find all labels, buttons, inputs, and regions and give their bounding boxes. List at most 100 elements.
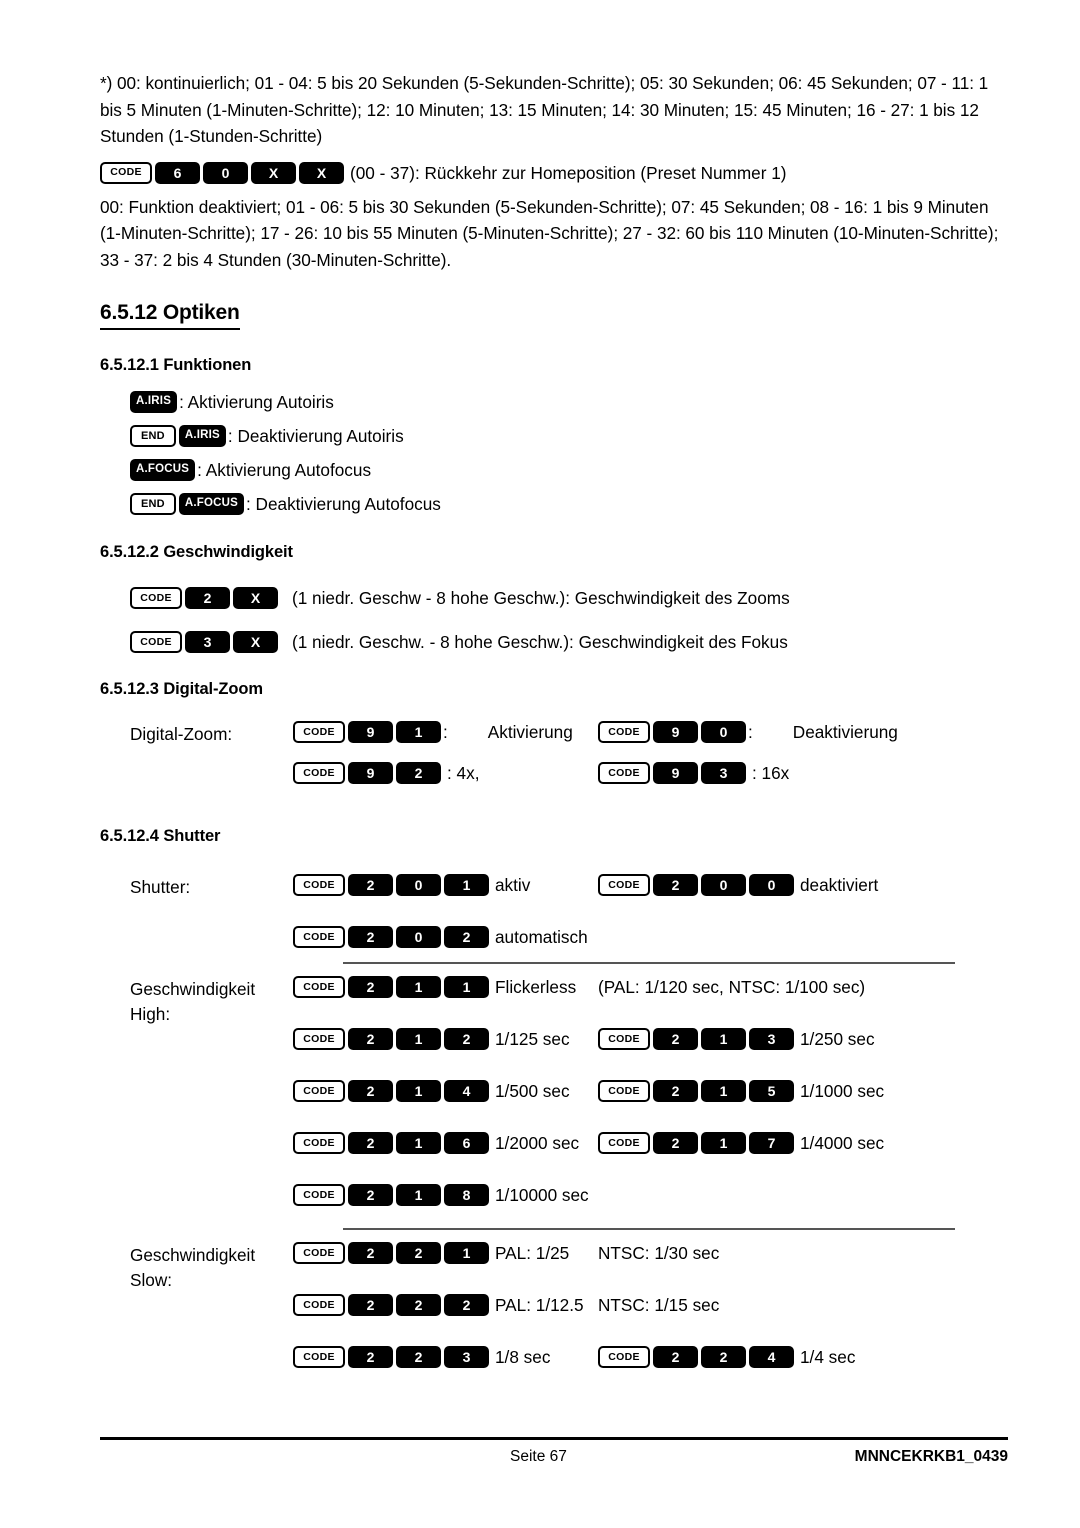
key-digit-2[interactable]: 2: [348, 1132, 393, 1154]
key-digit-0[interactable]: 0: [701, 874, 746, 896]
key-digit-9[interactable]: 9: [348, 721, 393, 743]
key-code-icon[interactable]: CODE: [293, 874, 345, 896]
key-digit-9[interactable]: 9: [348, 762, 393, 784]
key-code-icon[interactable]: CODE: [293, 1028, 345, 1050]
key-digit-1[interactable]: 1: [396, 1184, 441, 1206]
key-a-iris-icon[interactable]: A.IRIS: [130, 391, 178, 413]
key-digit-2[interactable]: 2: [653, 1346, 698, 1368]
key-digit-3[interactable]: 3: [749, 1028, 794, 1050]
key-code-icon[interactable]: CODE: [293, 1242, 345, 1264]
key-digit-6[interactable]: 6: [444, 1132, 489, 1154]
key-digit-4[interactable]: 4: [749, 1346, 794, 1368]
key-digit-2[interactable]: 2: [348, 976, 393, 998]
key-digit-2[interactable]: 2: [653, 1028, 698, 1050]
key-digit-2[interactable]: 2: [396, 762, 441, 784]
shutter-label-inactive: deaktiviert: [800, 875, 879, 895]
shutter-value-250: 1/250 sec: [800, 1029, 875, 1049]
key-digit-8[interactable]: 8: [444, 1184, 489, 1206]
key-code-icon[interactable]: CODE: [598, 762, 650, 784]
key-code-icon[interactable]: CODE: [293, 1132, 345, 1154]
key-digit-2[interactable]: 2: [396, 1346, 441, 1368]
key-digit-0[interactable]: 0: [701, 721, 746, 743]
key-code-icon[interactable]: CODE: [100, 161, 152, 184]
key-digit-7[interactable]: 7: [749, 1132, 794, 1154]
key-code-icon[interactable]: CODE: [293, 762, 345, 784]
key-code-icon[interactable]: CODE: [293, 1080, 345, 1102]
key-code-icon[interactable]: CODE: [598, 721, 650, 743]
key-digit-0[interactable]: 0: [396, 874, 441, 896]
key-digit-2[interactable]: 2: [444, 1294, 489, 1316]
key-digit-1[interactable]: 1: [396, 1132, 441, 1154]
key-digit-2[interactable]: 2: [653, 1080, 698, 1102]
key-digit-0[interactable]: 0: [396, 926, 441, 948]
key-digit-2[interactable]: 2: [348, 874, 393, 896]
key-digit-2[interactable]: 2: [348, 1184, 393, 1206]
key-code-icon[interactable]: CODE: [293, 721, 345, 743]
key-digit-1[interactable]: 1: [396, 976, 441, 998]
key-digit-1[interactable]: 1: [701, 1132, 746, 1154]
shutter-row-mode-auto: CODE 2 0 2 automatisch: [130, 926, 1008, 962]
key-digit-1[interactable]: 1: [701, 1080, 746, 1102]
key-digit-2[interactable]: 2: [348, 1242, 393, 1264]
key-digit-2[interactable]: 2: [653, 874, 698, 896]
digital-zoom-row-label-empty: [130, 762, 293, 763]
key-digit-2[interactable]: 2: [396, 1294, 441, 1316]
key-digit-1[interactable]: 1: [396, 1028, 441, 1050]
key-x-second[interactable]: X: [299, 161, 344, 184]
key-code-icon[interactable]: CODE: [598, 1080, 650, 1102]
key-digit-0[interactable]: 0: [749, 874, 794, 896]
key-digit-3[interactable]: 3: [701, 762, 746, 784]
key-code-icon[interactable]: CODE: [293, 1346, 345, 1368]
key-code-icon[interactable]: CODE: [598, 1028, 650, 1050]
key-digit-2[interactable]: 2: [348, 926, 393, 948]
key-digit-2[interactable]: 2: [444, 1028, 489, 1050]
key-a-focus-icon[interactable]: A.FOCUS: [178, 493, 244, 515]
key-digit-2[interactable]: 2: [348, 1028, 393, 1050]
key-code-icon[interactable]: CODE: [293, 1184, 345, 1206]
shutter-cell-4000: CODE 2 1 7 1/4000 sec: [598, 1132, 1008, 1154]
key-digit-3[interactable]: 3: [185, 631, 230, 653]
key-x-first[interactable]: X: [251, 161, 296, 184]
key-code-icon[interactable]: CODE: [598, 1346, 650, 1368]
key-digit-1[interactable]: 1: [444, 976, 489, 998]
key-code-icon[interactable]: CODE: [293, 976, 345, 998]
key-digit-1[interactable]: 1: [396, 1080, 441, 1102]
key-digit-1[interactable]: 1: [701, 1028, 746, 1050]
key-code-icon[interactable]: CODE: [598, 1132, 650, 1154]
key-digit-2[interactable]: 2: [348, 1294, 393, 1316]
key-end-icon[interactable]: END: [130, 425, 176, 447]
key-digit-9[interactable]: 9: [653, 721, 698, 743]
key-digit-2[interactable]: 2: [348, 1080, 393, 1102]
key-code-icon[interactable]: CODE: [598, 874, 650, 896]
key-digit-2[interactable]: 2: [653, 1132, 698, 1154]
key-digit-1[interactable]: 1: [396, 721, 441, 743]
shutter-row-label: Shutter:: [130, 877, 191, 897]
key-digit-2[interactable]: 2: [348, 1346, 393, 1368]
key-code-icon[interactable]: CODE: [293, 1294, 345, 1316]
key-digit-2[interactable]: 2: [396, 1242, 441, 1264]
key-a-focus-icon[interactable]: A.FOCUS: [130, 459, 196, 481]
key-code-icon[interactable]: CODE: [130, 587, 182, 609]
key-digit-0[interactable]: 0: [203, 161, 248, 184]
key-digit-1[interactable]: 1: [444, 1242, 489, 1264]
key-group-high-214: CODE 2 1 4: [293, 1080, 489, 1102]
key-digit-5[interactable]: 5: [749, 1080, 794, 1102]
key-digit-2[interactable]: 2: [701, 1346, 746, 1368]
key-digit-9[interactable]: 9: [653, 762, 698, 784]
key-code-icon[interactable]: CODE: [130, 631, 182, 653]
key-code-icon[interactable]: CODE: [293, 926, 345, 948]
key-a-iris-icon[interactable]: A.IRIS: [178, 425, 226, 447]
key-digit-3[interactable]: 3: [444, 1346, 489, 1368]
key-x[interactable]: X: [233, 631, 278, 653]
key-digit-2[interactable]: 2: [444, 926, 489, 948]
key-digit-4[interactable]: 4: [444, 1080, 489, 1102]
key-digit-6[interactable]: 6: [155, 161, 200, 184]
key-x[interactable]: X: [233, 587, 278, 609]
key-digit-1[interactable]: 1: [444, 874, 489, 896]
key-end-icon[interactable]: END: [130, 493, 176, 515]
key-digit-2[interactable]: 2: [185, 587, 230, 609]
